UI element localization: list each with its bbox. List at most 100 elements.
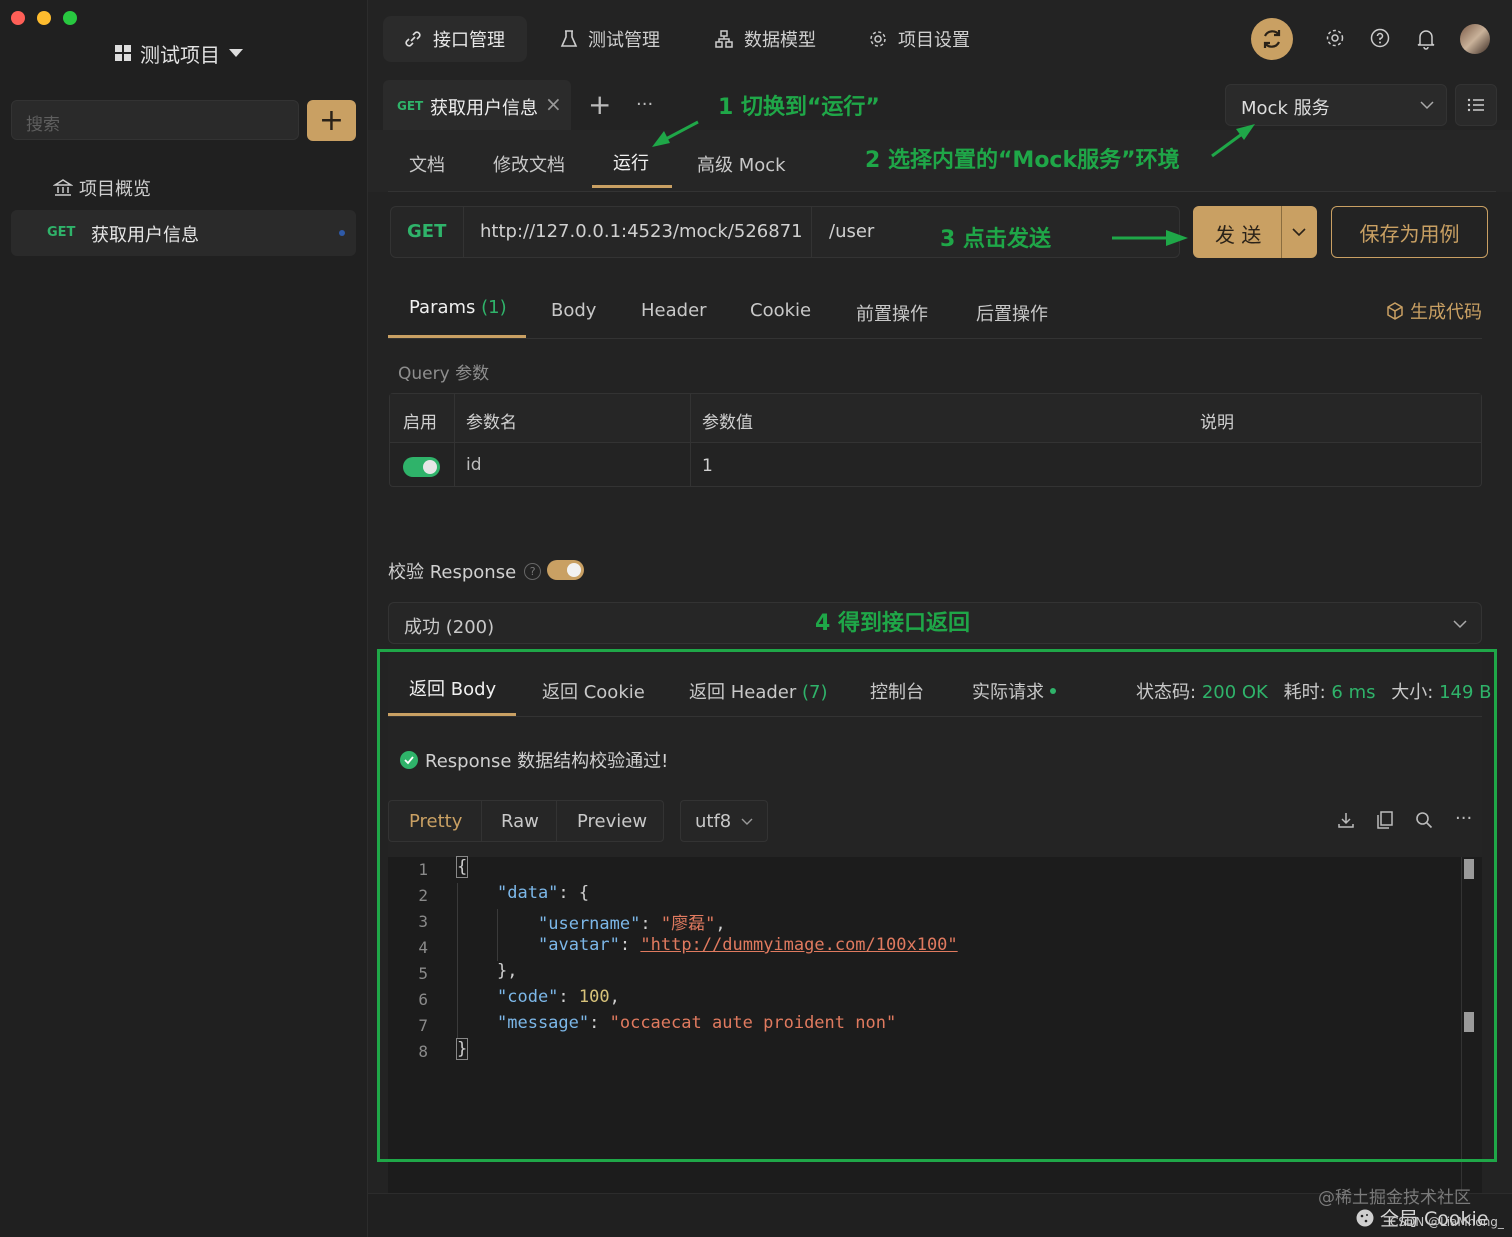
check-circle-icon [400,751,418,769]
subtab-active-indicator [592,185,672,188]
rtab-body[interactable]: 返回 Body [409,675,496,701]
tab-project-settings[interactable]: 项目设置 [848,16,990,62]
format-tab-raw[interactable]: Raw [501,811,539,832]
validation-message: Response 数据结构校验通过! [400,747,668,773]
param-name-input[interactable]: id [466,455,482,475]
tab-api-management[interactable]: 接口管理 [383,16,527,62]
cookie-icon [1356,1209,1374,1226]
request-tab-title: 获取用户信息 [430,98,538,119]
divider [690,394,691,486]
download-icon[interactable] [1337,811,1355,829]
project-switcher[interactable]: 测试项目 [114,38,244,68]
response-time: 6 ms [1331,682,1376,703]
sync-button[interactable] [1251,18,1293,60]
bell-icon[interactable] [1416,28,1436,50]
divider [388,338,1482,339]
format-tab-pretty[interactable]: Pretty [409,811,462,832]
method-select[interactable]: GET [407,221,446,242]
toggle-knob [567,563,581,577]
rtab-actual-request[interactable]: 实际请求 [972,678,1056,704]
encoding-value: utf8 [695,811,732,832]
ptab-cookie[interactable]: Cookie [750,300,811,321]
more-tabs-button[interactable]: ··· [636,94,653,115]
line-number: 1 [418,860,428,879]
sidebar: 测试项目 搜索 + 项目概览 GET 获取用户信息 [0,0,368,1237]
send-button[interactable]: 发 送 [1193,206,1317,258]
url-base-input[interactable]: http://127.0.0.1:4523/mock/526871 [480,221,803,242]
more-options-button[interactable]: ··· [1455,808,1472,829]
divider [454,394,455,486]
search-icon[interactable] [1415,811,1433,829]
divider [388,716,1482,717]
column-header-enabled: 启用 [403,413,437,433]
method-badge: GET [397,99,424,113]
close-window-button[interactable] [11,11,25,25]
help-icon[interactable]: ? [524,562,542,580]
sidebar-item-label: 项目概览 [79,179,151,200]
ptab-params[interactable]: Params (1) [409,297,507,318]
toggle-knob [423,460,437,474]
validate-response-toggle[interactable] [547,560,584,580]
copy-icon[interactable] [1376,810,1394,830]
subtab-docs[interactable]: 文档 [409,151,445,177]
search-input-wrapper[interactable]: 搜索 [11,100,299,140]
request-tab[interactable]: GET 获取用户信息 × [383,80,571,130]
zoom-window-button[interactable] [63,11,77,25]
scrollbar-top-thumb[interactable] [1464,859,1474,879]
search-input[interactable]: 搜索 [26,110,60,135]
subtab-edit-docs[interactable]: 修改文档 [493,151,565,177]
add-button[interactable]: + [307,100,356,141]
rtab-header[interactable]: 返回 Header (7) [689,678,828,704]
line-number: 4 [418,938,428,957]
avatar[interactable] [1460,24,1490,54]
env-select[interactable]: Mock 服务 [1225,84,1447,126]
link-icon [405,31,421,47]
sidebar-item-label: 获取用户信息 [91,225,199,246]
minimize-window-button[interactable] [37,11,51,25]
code-editor[interactable]: 1 2 3 4 5 6 7 8 { "data": { "username": … [388,856,1482,1193]
chevron-down-icon [741,818,753,825]
list-view-button[interactable] [1455,84,1497,126]
code-line: }, [497,961,518,981]
tab-data-model[interactable]: 数据模型 [694,16,836,62]
ptab-pre-script[interactable]: 前置操作 [856,300,928,326]
help-icon[interactable] [1370,28,1390,48]
env-select-value: Mock 服务 [1241,98,1330,119]
param-enabled-toggle[interactable] [403,457,440,477]
status-dot [1050,688,1056,694]
status-code: 200 OK [1201,682,1268,703]
save-as-case-button[interactable]: 保存为用例 [1331,206,1488,258]
rtab-console[interactable]: 控制台 [870,678,924,704]
format-tab-preview[interactable]: Preview [577,811,647,832]
divider [811,207,812,257]
project-title: 测试项目 [140,42,220,67]
chevron-down-icon[interactable] [1292,228,1306,237]
avatar-link[interactable]: "http://dummyimage.com/100x100" [640,935,957,955]
param-value-input[interactable]: 1 [702,456,713,476]
tab-test-management[interactable]: 测试管理 [540,16,680,62]
line-number: 2 [418,886,428,905]
code-line: { [455,856,469,878]
scrollbar-bottom-thumb[interactable] [1464,1012,1474,1032]
encoding-select[interactable]: utf8 [680,800,768,842]
add-tab-button[interactable]: + [588,88,611,121]
response-status: 状态码: 200 OK 耗时: 6 ms 大小: 149 B [1136,682,1492,703]
close-icon[interactable]: × [545,92,562,116]
subtab-run[interactable]: 运行 [613,149,649,175]
cube-icon [1387,302,1403,320]
query-table: 启用 参数名 参数值 说明 id 1 [389,393,1482,487]
ptab-header[interactable]: Header [641,300,707,321]
settings-icon[interactable] [1325,28,1345,48]
ptab-post-script[interactable]: 后置操作 [976,300,1048,326]
annotation-step4: 4 得到接口返回 [815,611,970,636]
sidebar-item-get-user[interactable]: GET 获取用户信息 [11,210,356,256]
watermark-credit: CSDN @LiaMhong_ [1390,1215,1504,1229]
send-button-label: 发 送 [1215,223,1262,247]
ptab-body[interactable]: Body [551,300,596,321]
subtab-advanced-mock[interactable]: 高级 Mock [697,151,786,177]
url-path-input[interactable]: /user [829,221,874,242]
generate-code-button[interactable]: 生成代码 [1386,298,1482,324]
sidebar-item-overview[interactable]: 项目概览 [53,175,151,201]
gear-icon [870,31,886,47]
rtab-cookie[interactable]: 返回 Cookie [542,678,645,704]
